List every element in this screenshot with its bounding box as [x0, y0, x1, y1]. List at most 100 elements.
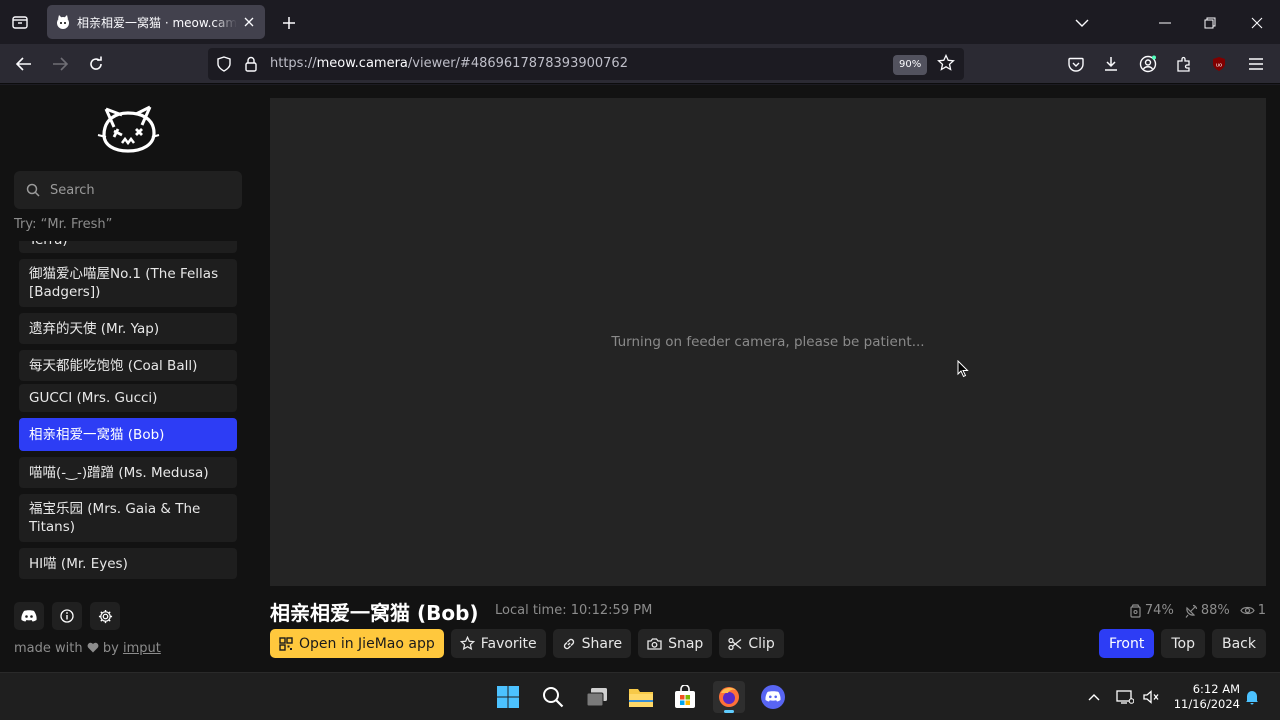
tab-active[interactable]: 相亲相爱一窝猫 · meow.camera	[47, 5, 265, 39]
forward-arrow-icon[interactable]	[48, 52, 72, 76]
ublock-origin-icon[interactable]: uo	[1207, 52, 1231, 76]
search-icon[interactable]	[537, 681, 569, 713]
heart-icon	[87, 642, 99, 653]
author-link[interactable]: imput	[123, 641, 161, 656]
by-text: by	[102, 641, 119, 656]
url-path: /viewer/#4869617878393900762	[407, 56, 628, 71]
open-in-app-button[interactable]: Open in JieMao app	[270, 629, 444, 658]
list-item[interactable]: GUCCI (Mrs. Gucci)	[19, 384, 237, 412]
file-explorer-icon[interactable]	[625, 681, 657, 713]
restore-icon[interactable]	[1199, 12, 1221, 34]
list-item[interactable]: HI喵 (Mr. Eyes)	[19, 548, 237, 579]
chevron-down-icon[interactable]	[1071, 12, 1093, 34]
camera-viewer[interactable]: Turning on feeder camera, please be pati…	[270, 98, 1266, 586]
eye-icon	[1240, 606, 1255, 615]
navigation-toolbar: https://meow.camera/viewer/#486961787839…	[0, 44, 1280, 84]
camera-title: 相亲相爱一窝猫 (Bob)	[270, 601, 479, 625]
close-window-icon[interactable]	[1246, 12, 1268, 34]
list-item-label: 相亲相爱一窝猫 (Bob)	[29, 426, 165, 443]
list-item-label: HI喵 (Mr. Eyes)	[29, 555, 128, 572]
gear-icon[interactable]	[90, 602, 120, 630]
list-item[interactable]: 每天都能吃饱饱 (Coal Ball)	[19, 350, 237, 381]
food-level-stat: 74%	[1129, 603, 1174, 618]
bookmark-star-icon[interactable]	[937, 54, 955, 72]
list-item-label: GUCCI (Mrs. Gucci)	[29, 390, 158, 406]
new-tab-icon[interactable]	[278, 12, 300, 34]
list-item[interactable]: 遗弃的天使 (Mr. Yap)	[19, 313, 237, 344]
address-bar[interactable]: https://meow.camera/viewer/#486961787839…	[208, 48, 964, 80]
qr-code-icon	[279, 636, 293, 651]
camera-icon	[647, 638, 662, 650]
list-item[interactable]: 福宝乐园 (Mrs. Gaia & The Titans)	[19, 494, 237, 542]
cat-favicon-icon	[57, 15, 69, 29]
page-content: Try: “Mr. Fresh” Terra) 御猫爱心喵屋No.1 (The …	[0, 85, 1280, 672]
taskbar: 6:12 AM 11/16/2024	[0, 672, 1280, 720]
search-icon	[26, 183, 40, 197]
tab-title: 相亲相爱一窝猫 · meow.camera	[77, 15, 237, 30]
task-view-icon[interactable]	[581, 681, 613, 713]
mouse-cursor-icon	[957, 360, 969, 378]
camera-view-selector: Front Top Back	[1098, 629, 1266, 658]
clip-label: Clip	[748, 635, 775, 652]
camera-stats: 74% 88% 1	[1123, 603, 1266, 618]
local-time: Local time: 10:12:59 PM	[495, 603, 653, 618]
info-icon[interactable]	[52, 602, 82, 630]
notification-bell-icon[interactable]	[1242, 687, 1262, 707]
reload-icon[interactable]	[84, 52, 108, 76]
feeder-list[interactable]: Terra) 御猫爱心喵屋No.1 (The Fellas [Badgers])…	[14, 241, 242, 587]
viewers-value: 1	[1257, 603, 1266, 618]
snap-button[interactable]: Snap	[638, 629, 713, 658]
food-bag-icon	[1130, 603, 1141, 618]
downloads-icon[interactable]	[1099, 52, 1123, 76]
search-hint: Try: “Mr. Fresh”	[14, 217, 113, 232]
list-item[interactable]: 喵喵(-‿-)蹭蹭 (Ms. Medusa)	[19, 457, 237, 488]
list-item-active[interactable]: 相亲相爱一窝猫 (Bob)	[19, 418, 237, 451]
favorite-button[interactable]: Favorite	[450, 629, 546, 658]
top-view-button[interactable]: Top	[1161, 629, 1205, 658]
clip-button[interactable]: Clip	[719, 629, 784, 658]
windows-start-icon[interactable]	[492, 681, 524, 713]
network-icon[interactable]	[1115, 687, 1135, 707]
sidebar: Try: “Mr. Fresh” Terra) 御猫爱心喵屋No.1 (The …	[0, 85, 256, 672]
zoom-level-badge[interactable]: 90%	[893, 55, 928, 75]
share-button[interactable]: Share	[552, 629, 632, 658]
pocket-icon[interactable]	[1064, 52, 1088, 76]
clock-date: 11/16/2024	[1173, 697, 1240, 711]
scissors-icon	[728, 637, 742, 650]
list-item[interactable]: Terra)	[19, 241, 237, 253]
discord-icon[interactable]	[14, 602, 44, 630]
firefox-icon[interactable]	[713, 681, 745, 713]
extensions-puzzle-icon[interactable]	[1172, 52, 1196, 76]
clock-time: 6:12 AM	[1192, 682, 1240, 696]
made-with-credit: made with by imput	[14, 641, 161, 656]
search-input[interactable]	[50, 182, 230, 198]
meow-camera-logo-icon[interactable]	[96, 99, 160, 157]
url-prefix: https://	[270, 56, 317, 71]
minimize-icon[interactable]	[1154, 12, 1176, 34]
list-item-label: 喵喵(-‿-)蹭蹭 (Ms. Medusa)	[29, 464, 209, 481]
list-item[interactable]: 御猫爱心喵屋No.1 (The Fellas [Badgers])	[19, 259, 237, 307]
account-icon[interactable]	[1136, 52, 1160, 76]
menu-hamburger-icon[interactable]	[1244, 52, 1268, 76]
star-icon	[459, 636, 475, 651]
url-text[interactable]: https://meow.camera/viewer/#486961787839…	[270, 56, 628, 71]
list-item-label: 每天都能吃饱饱 (Coal Ball)	[29, 357, 198, 374]
snap-label: Snap	[668, 635, 704, 652]
front-view-button[interactable]: Front	[1098, 629, 1155, 658]
url-host: meow.camera	[316, 56, 408, 71]
link-icon	[563, 638, 574, 649]
tab-close-icon[interactable]	[241, 14, 257, 30]
list-all-tabs-icon[interactable]	[8, 11, 32, 33]
lock-icon[interactable]	[244, 56, 258, 72]
open-in-app-label: Open in JieMao app	[299, 635, 435, 652]
tracking-protection-shield-icon[interactable]	[216, 56, 232, 72]
microsoft-store-icon[interactable]	[669, 681, 701, 713]
discord-app-icon[interactable]	[757, 681, 789, 713]
list-item-label: 御猫爱心喵屋No.1 (The Fellas [Badgers])	[29, 266, 219, 300]
search-box[interactable]	[14, 171, 242, 209]
volume-muted-icon[interactable]	[1141, 687, 1161, 707]
system-clock[interactable]: 6:12 AM 11/16/2024	[1170, 682, 1240, 712]
back-arrow-icon[interactable]	[12, 52, 36, 76]
back-view-button[interactable]: Back	[1212, 629, 1266, 658]
chevron-up-icon[interactable]	[1084, 687, 1104, 707]
